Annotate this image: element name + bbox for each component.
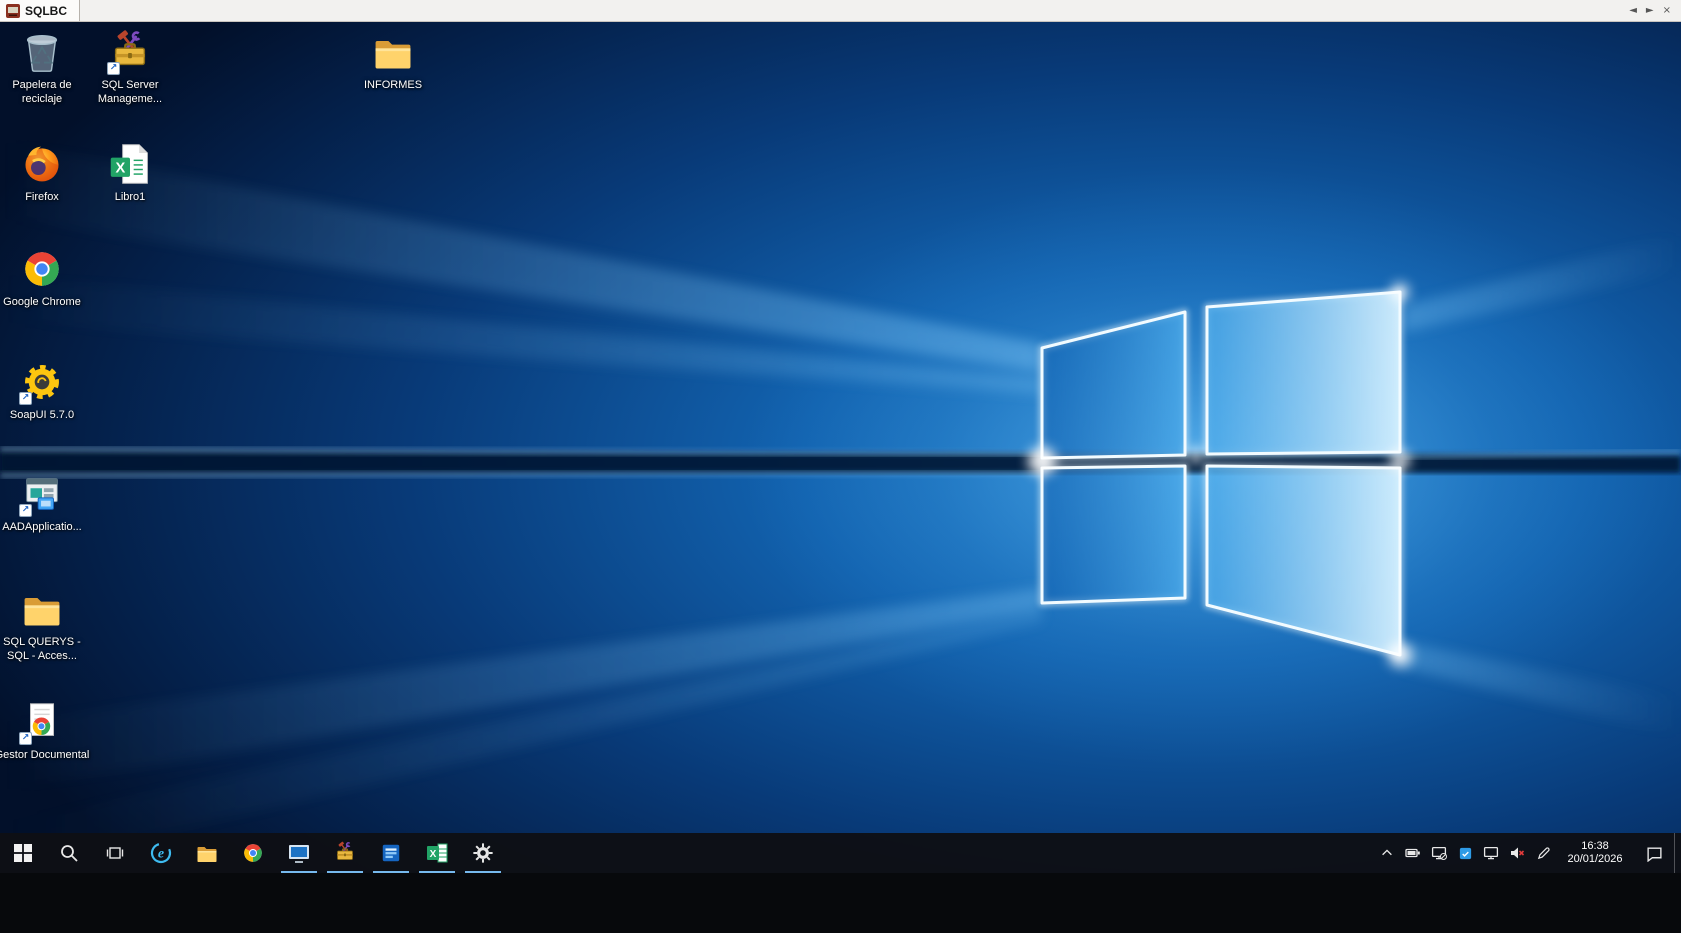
client-tab-bar: SQLBC ◄ ► × [0,0,1681,22]
running-indicator [465,871,501,873]
chrome-icon [244,844,262,862]
display-icon [1483,846,1499,860]
shortcut-arrow-overlay [19,392,32,405]
desktop-icon-sql-querys[interactable]: SQL QUERYS - SQL - Acces... [0,585,90,664]
desktop-icon-label: INFORMES [363,79,423,91]
chevron-up-icon [1382,849,1392,856]
app-indicator-tray-button[interactable] [1452,833,1478,873]
desktop-icon-label: SoapUI 5.7.0 [9,409,75,421]
running-indicator [327,871,363,873]
web-document-icon [18,698,66,746]
blue-app-indicator-icon [1459,847,1471,859]
display-tray-button[interactable] [1478,833,1504,873]
action-center-icon [1646,846,1662,862]
desktop-icon-ssms[interactable]: SQL Server Manageme... [82,28,178,107]
task-view-icon [106,847,124,859]
task-view-button[interactable] [92,833,138,873]
ssms-toolbox-icon [106,28,154,76]
chrome-icon [18,245,66,293]
file-explorer-icon [197,847,217,862]
tab-close-icon[interactable]: × [1663,5,1671,16]
shortcut-arrow-overlay [19,732,32,745]
file-explorer-button[interactable] [184,833,230,873]
ssms-taskbar-button[interactable] [322,833,368,873]
battery-icon [1405,848,1420,858]
network-disconnected-icon [1431,846,1447,860]
volume-tray-button[interactable] [1504,833,1530,873]
pen-tray-button[interactable] [1530,833,1556,873]
tab-scroll-right-icon[interactable]: ► [1646,5,1654,16]
remote-desktop-window-button[interactable] [276,833,322,873]
taskbar-clock[interactable]: 16:38 20/01/2026 [1556,833,1634,873]
desktop-icon-label: Papelera de reciclaje [12,79,72,106]
settings-taskbar-button[interactable] [460,833,506,873]
desktop-icon-soapui[interactable]: SoapUI 5.7.0 [0,358,90,422]
desktop-icon-aadapplication[interactable]: AADApplicatio... [0,470,90,534]
client-letterbox [0,873,1681,933]
desktop-icon-libro1[interactable]: Libro1 [82,140,178,204]
volume-muted-icon [1511,847,1525,859]
clock-time: 16:38 [1581,840,1609,852]
pen-icon [1537,846,1550,859]
internet-explorer-button[interactable]: e [138,833,184,873]
desktop-icon-label: SQL Server Manageme... [97,79,163,106]
desktop-icon-label: SQL QUERYS - SQL - Acces... [3,636,81,663]
tab-scroll-left-icon[interactable]: ◄ [1629,5,1637,16]
folder-icon [18,585,66,633]
windows-logo-icon [14,844,32,862]
search-button[interactable] [46,833,92,873]
desktop-icon-label: AADApplicatio... [2,521,82,533]
internet-explorer-icon: e [150,842,172,864]
desktop-icon-label: Libro1 [114,191,146,203]
svg-text:X: X [430,849,437,860]
session-app-icon [6,3,20,18]
firefox-icon [18,140,66,188]
screen: SQLBC ◄ ► × Papelera de reciclaje ↗ SQL … [0,0,1681,933]
taskbar: e X 16:38 20/01/2026 [0,833,1681,873]
clock-date: 20/01/2026 [1567,853,1623,865]
wallpaper-windows-hero [0,22,1681,873]
session-tab-sqlbc[interactable]: SQLBC [0,0,80,21]
installer-window-icon [18,470,66,518]
soapui-gear-icon [18,358,66,406]
running-indicator [373,871,409,873]
desktop-icon-label: Gestor Documental [0,749,90,761]
running-indicator [419,871,455,873]
blue-app-taskbar-button[interactable] [368,833,414,873]
gear-icon [472,842,494,864]
hidden-icons-button[interactable] [1374,833,1400,873]
desktop-icon-label: Firefox [25,191,59,203]
session-tab-title: SQLBC [25,3,67,18]
desktop-icon-label: Google Chrome [3,296,81,308]
desktop-icon-recycle-bin[interactable]: Papelera de reciclaje [0,28,90,107]
excel-workbook-icon [106,140,154,188]
network-tray-button[interactable] [1426,833,1452,873]
action-center-button[interactable] [1634,833,1674,873]
show-desktop-button[interactable] [1674,833,1681,873]
folder-icon [369,28,417,76]
shortcut-arrow-overlay [107,62,120,75]
desktop-icon-google-chrome[interactable]: Google Chrome [0,245,90,309]
shortcut-arrow-overlay [19,504,32,517]
desktop-icon-gestor-documental[interactable]: Gestor Documental [0,698,90,762]
remote-desktop-icon [289,845,309,863]
chrome-taskbar-button[interactable] [230,833,276,873]
recycle-bin-icon [18,28,66,76]
tab-bar-controls: ◄ ► × [1629,0,1681,21]
search-icon [61,845,78,862]
running-indicator [281,871,317,873]
desktop-icon-firefox[interactable]: Firefox [0,140,90,204]
excel-taskbar-button[interactable]: X [414,833,460,873]
excel-icon: X [427,843,448,863]
desktop-icon-informes[interactable]: INFORMES [345,28,441,92]
system-tray: 16:38 20/01/2026 [1374,833,1681,873]
remote-desktop: Papelera de reciclaje SQL Server Managem… [0,22,1681,873]
start-button[interactable] [0,833,46,873]
battery-tray-button[interactable] [1400,833,1426,873]
svg-text:e: e [158,847,164,862]
ssms-toolbox-icon [336,841,354,861]
blue-app-icon [382,844,400,862]
